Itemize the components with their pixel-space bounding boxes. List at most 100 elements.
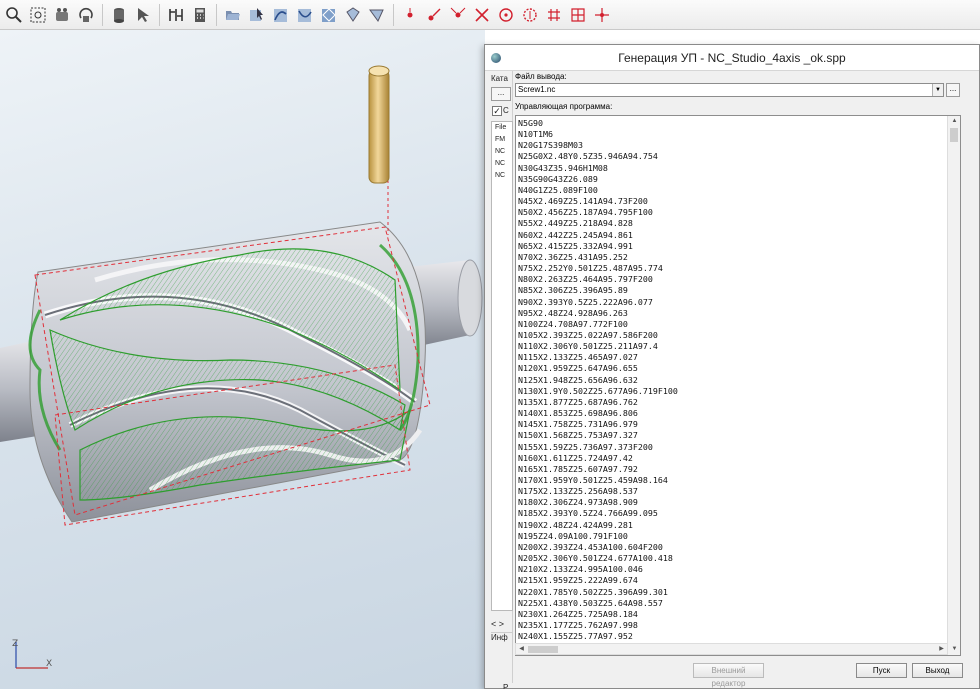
exit-button[interactable]: Выход — [912, 663, 963, 678]
program-line: N155X1.59Z25.736A97.373F200 — [518, 441, 653, 452]
program-line: N65X2.415Z25.332A94.991 — [518, 240, 633, 251]
output-file-browse-button[interactable]: ... — [946, 83, 960, 97]
axis-point-icon[interactable] — [592, 5, 612, 25]
output-file-combo[interactable]: Screw1.nc ▼ — [515, 83, 944, 97]
point-add-icon[interactable] — [424, 5, 444, 25]
program-line: N145X1.758Z25.731A96.979 — [518, 419, 638, 430]
cursor-edit-icon[interactable] — [247, 5, 267, 25]
point-move-icon[interactable] — [448, 5, 468, 25]
program-line: N240X1.155Z25.77A97.952 — [518, 631, 633, 642]
grid-icon[interactable] — [166, 5, 186, 25]
shaft-end — [457, 259, 483, 337]
calculator-icon[interactable] — [190, 5, 210, 25]
output-file-value: Screw1.nc — [518, 85, 556, 94]
external-editor-button[interactable]: Внешний редактор — [693, 663, 764, 688]
dialog-titlebar[interactable]: Генерация УП - NC_Studio_4axis _ok.spp — [485, 45, 979, 71]
program-line: N170X1.959Y0.501Z25.459A98.164 — [518, 475, 668, 485]
nc-generation-dialog: Генерация УП - NC_Studio_4axis _ok.spp К… — [484, 44, 980, 689]
program-vertical-scrollbar[interactable]: ▲ ▼ — [947, 116, 960, 655]
program-line: N180X2.306Z24.973A98.909 — [518, 497, 638, 508]
side-list-item[interactable]: NC — [492, 170, 512, 182]
side-checkbox-label: С — [503, 106, 509, 115]
cutting-tool — [368, 69, 390, 184]
scroll-up-icon[interactable]: ▲ — [948, 116, 960, 127]
program-lines: N5G90 N10T1M6 N20G17S398M03 N25G0X2.48Y0.5Z… — [518, 118, 678, 642]
side-list-item[interactable]: NC — [492, 146, 512, 158]
program-line: N45X2.469Z25.141A94.73F200 — [518, 196, 648, 207]
circle-point-icon[interactable] — [496, 5, 516, 25]
grid-point-icon[interactable] — [544, 5, 564, 25]
program-line: N85X2.306Z25.396A95.89 — [518, 285, 628, 296]
catalog-browse-button[interactable]: ... — [491, 87, 511, 101]
program-line: N60X2.442Z25.245A94.861 — [518, 229, 633, 240]
axis-x-label: X — [46, 659, 53, 669]
program-line: N175X2.133Z25.256A98.537 — [518, 486, 638, 497]
program-line: N95X2.48Z24.928A96.263 — [518, 307, 628, 318]
toolbar-separator — [216, 3, 217, 26]
side-nav-arrows[interactable]: < > — [491, 619, 504, 629]
scroll-down-icon[interactable]: ▼ — [948, 644, 960, 655]
curve-e-icon[interactable] — [367, 5, 387, 25]
scroll-thumb[interactable] — [950, 128, 958, 142]
program-line: N110X2.306Y0.501Z25.211A97.4 — [518, 341, 658, 352]
program-line: N55X2.449Z25.218A94.828 — [518, 218, 633, 229]
program-line: N200X2.393Z24.453A100.604F200 — [518, 541, 663, 552]
program-line: N130X1.9Y0.502Z25.677A96.719F100 — [518, 385, 678, 396]
zoom-window-icon[interactable] — [28, 5, 48, 25]
scroll-right-icon[interactable]: ▶ — [936, 644, 947, 654]
side-list-item[interactable]: NC — [492, 158, 512, 170]
program-line: N210X2.133Z24.995A100.046 — [518, 564, 643, 575]
open-folder-icon[interactable] — [223, 5, 243, 25]
scroll-left-icon[interactable]: ◀ — [516, 644, 527, 654]
program-line: N190X2.48Z24.424A99.281 — [518, 519, 633, 530]
3d-viewport[interactable]: Z X — [0, 30, 485, 689]
program-line: N75X2.252Y0.501Z25.487A95.774 — [518, 263, 663, 274]
zoom-icon[interactable] — [4, 5, 24, 25]
program-line: N125X1.948Z25.656A96.632 — [518, 374, 638, 385]
program-line: N10T1M6 — [518, 129, 553, 140]
cad-scene[interactable] — [0, 30, 485, 689]
program-label: Управляющая программа: — [515, 102, 613, 111]
program-line: N220X1.785Y0.502Z25.396A99.301 — [518, 586, 668, 597]
chevron-down-icon[interactable]: ▼ — [932, 84, 943, 96]
curve-a-icon[interactable] — [271, 5, 291, 25]
toolbar-separator — [159, 3, 160, 26]
program-line: N30G43Z35.946H1M08 — [518, 162, 608, 173]
curve-c-icon[interactable] — [319, 5, 339, 25]
circle-target-icon[interactable] — [520, 5, 540, 25]
grid-snap-icon[interactable] — [568, 5, 588, 25]
program-horizontal-scrollbar[interactable]: ◀ ▶ — [515, 643, 948, 655]
app-icon — [491, 53, 501, 63]
program-line: N40G1Z25.089F100 — [518, 184, 598, 195]
program-line: N25G0X2.48Y0.5Z35.946A94.754 — [518, 151, 658, 162]
side-list-item[interactable]: FM — [492, 134, 512, 146]
hscroll-thumb[interactable] — [528, 646, 558, 653]
program-line: N70X2.36Z25.431A95.252 — [518, 251, 628, 262]
start-button[interactable]: Пуск — [856, 663, 907, 678]
curve-b-icon[interactable] — [295, 5, 315, 25]
toolbar-separator — [102, 3, 103, 26]
program-line: N35G90G43Z26.089 — [518, 173, 598, 184]
point-icon[interactable] — [400, 5, 420, 25]
point-delete-icon[interactable] — [472, 5, 492, 25]
program-line: N115X2.133Z25.465A97.027 — [518, 352, 638, 363]
stock-icon[interactable] — [109, 5, 129, 25]
program-line: N195Z24.09A100.791F100 — [518, 530, 628, 541]
program-line: N185X2.393Y0.5Z24.766A99.095 — [518, 508, 658, 519]
catalog-label: Ката — [491, 74, 508, 83]
program-line: N50X2.456Z25.187A94.795F100 — [518, 207, 653, 218]
select-icon[interactable] — [133, 5, 153, 25]
pan-icon[interactable] — [52, 5, 72, 25]
curve-d-icon[interactable] — [343, 5, 363, 25]
program-textarea[interactable]: N5G90 N10T1M6 N20G17S398M03 N25G0X2.48Y0.5Z… — [515, 115, 961, 656]
rotate-icon[interactable] — [76, 5, 96, 25]
side-list-header: File — [495, 124, 507, 131]
program-line: N205X2.306Y0.501Z24.677A100.418 — [518, 553, 673, 564]
program-line: N105X2.393Z25.022A97.586F200 — [518, 329, 658, 340]
side-file-list[interactable]: File FM NC NC NC — [491, 121, 513, 611]
info-label: Инф — [491, 632, 513, 642]
program-line: N120X1.959Z25.647A96.655 — [518, 363, 638, 374]
output-file-label: Файл вывода: — [515, 72, 567, 81]
side-panel: Ката ... ✓ С File FM NC NC NC < > Инф P — [489, 71, 513, 689]
side-checkbox[interactable]: ✓ — [492, 106, 502, 116]
